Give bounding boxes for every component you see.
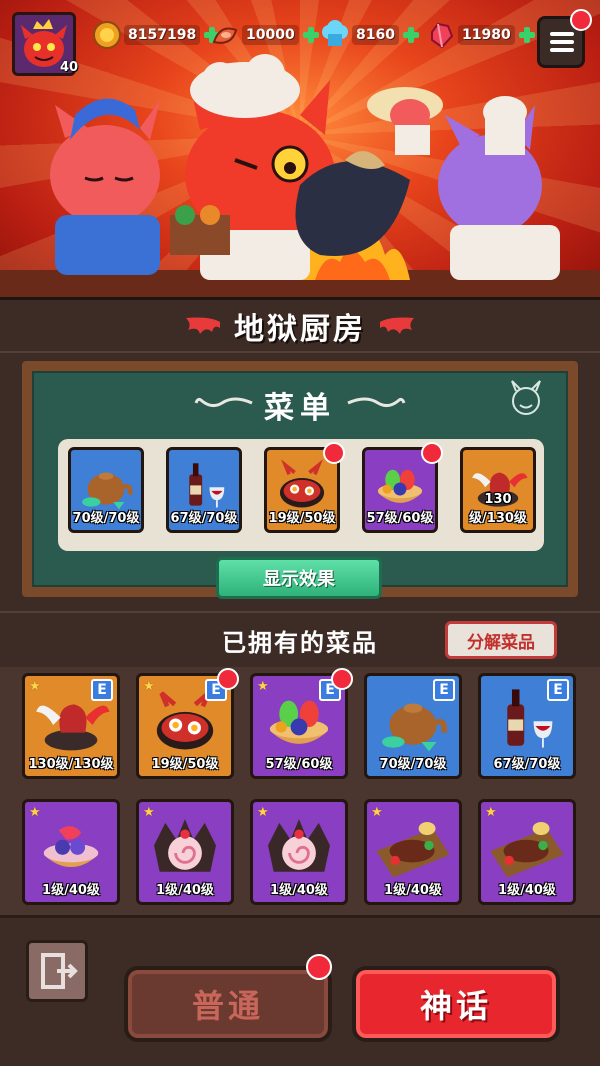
tab-normal[interactable]: 普通 <box>124 966 332 1042</box>
rarity-star-icon: ★ <box>29 805 41 820</box>
meat-value: 10000 <box>242 25 299 45</box>
menu-dish-slot[interactable]: 67级/70级 <box>166 447 242 533</box>
right-bat-wing-icon <box>380 317 414 334</box>
exit-button[interactable] <box>26 940 88 1002</box>
rarity-star-icon: ★ <box>371 805 383 820</box>
chef-hat-resource: 8160 <box>320 20 420 48</box>
owned-dish-level: 70级/70级 <box>379 757 447 772</box>
rarity-star-icon: ★ <box>29 679 41 694</box>
owned-dish-notification-dot <box>331 668 353 690</box>
owned-dish-card[interactable]: ★ 1级/40级 <box>478 799 576 905</box>
menu-dish-level: 70级/70级 <box>72 511 140 526</box>
owned-dish-card[interactable]: E 70级/70级 <box>364 673 462 779</box>
menu-dish-slot[interactable]: 19级/50级 <box>264 442 345 533</box>
menu-board-title: 菜单 <box>264 391 336 426</box>
owned-dishes-grid: ★ E 130级/130级 ★ E 19级/50级 ★ E 57级/60级 E … <box>0 667 600 915</box>
gold-value: 8157198 <box>124 25 201 45</box>
right-chalk-swirl-icon <box>347 397 406 408</box>
owned-dish-level: 1级/40级 <box>498 883 556 898</box>
owned-dish-card[interactable]: ★ 1级/40级 <box>364 799 462 905</box>
rarity-star-icon: ★ <box>257 679 269 694</box>
page-title: 地狱厨房 <box>234 311 366 347</box>
add-chef-hat-icon[interactable] <box>402 26 420 44</box>
top-bar: 40 8157198 10000 8160 11980 <box>0 0 600 80</box>
menu-dish-level: 130级/130级 <box>469 492 527 526</box>
owned-dish-card[interactable]: ★ E 130级/130级 <box>22 673 120 779</box>
kitchen-title-band: 地狱厨房 <box>0 297 600 353</box>
show-effect-button[interactable]: 显示效果 <box>216 557 382 599</box>
owned-dish-card[interactable]: ★ 1级/40级 <box>250 799 348 905</box>
owned-dish-card[interactable]: ★ 1级/40级 <box>136 799 234 905</box>
owned-dish-level: 19级/50级 <box>151 757 219 772</box>
chalk-devil-doodle-icon <box>511 380 541 415</box>
menu-dish-notification-dot <box>421 442 443 464</box>
decompose-dishes-button[interactable]: 分解菜品 <box>445 621 557 659</box>
menu-dish-level: 19级/50级 <box>268 511 336 526</box>
left-bat-wing-icon <box>186 317 220 334</box>
equipped-badge: E <box>547 679 569 701</box>
owned-dish-level: 57级/60级 <box>265 757 333 772</box>
meat-icon <box>212 27 238 44</box>
exit-door-icon <box>41 953 78 989</box>
main-menu-button[interactable] <box>537 9 592 68</box>
equipped-badge: E <box>433 679 455 701</box>
owned-dishes-header: 已拥有的菜品 分解菜品 <box>0 611 600 667</box>
owned-dish-card[interactable]: E 67级/70级 <box>478 673 576 779</box>
rarity-star-icon: ★ <box>485 805 497 820</box>
menu-bar-middle <box>550 40 574 44</box>
owned-dish-level: 1级/40级 <box>384 883 442 898</box>
add-meat-icon[interactable] <box>302 26 320 44</box>
equipped-badge: E <box>91 679 113 701</box>
menu-dish-slot[interactable]: 70级/70级 <box>68 447 144 533</box>
tab-myth[interactable]: 神话 <box>352 966 560 1042</box>
menu-dish-notification-dot <box>323 442 345 464</box>
bottom-bar: 普通 神话 <box>0 915 600 1066</box>
rarity-star-icon: ★ <box>143 805 155 820</box>
menu-notification-dot <box>570 9 592 31</box>
gold-resource: 8157198 <box>92 21 221 49</box>
owned-dish-level: 67级/70级 <box>493 757 561 772</box>
meat-resource: 10000 <box>210 22 320 48</box>
player-level: 40 <box>60 60 79 75</box>
owned-dish-card[interactable]: ★ E 19级/50级 <box>136 668 239 779</box>
add-crystal-icon[interactable] <box>518 26 536 44</box>
owned-dish-level: 1级/40级 <box>156 883 214 898</box>
menu-chalkboard: 菜单 70级/70级 67级/70级 19级/50级 57级/60级 130级/… <box>22 361 578 599</box>
owned-dish-notification-dot <box>217 668 239 690</box>
rarity-star-icon: ★ <box>257 805 269 820</box>
crystal-value: 11980 <box>458 25 515 45</box>
menu-dish-slot[interactable]: 57级/60级 <box>362 442 443 533</box>
chef-hat-value: 8160 <box>352 25 399 45</box>
menu-dish-level: 57级/60级 <box>366 511 434 526</box>
owned-dish-level: 130级/130级 <box>28 757 114 772</box>
menu-dish-level: 67级/70级 <box>170 511 238 526</box>
tab-normal-notification-dot <box>306 954 332 980</box>
gold-coin-icon <box>93 21 121 49</box>
owned-dish-card[interactable]: ★ E 57级/60级 <box>250 668 353 779</box>
red-crystal-icon <box>431 22 454 49</box>
crystal-resource: 11980 <box>426 22 536 49</box>
owned-dish-level: 1级/40级 <box>42 883 100 898</box>
owned-dish-level: 1级/40级 <box>270 883 328 898</box>
menu-board-section: 菜单 70级/70级 67级/70级 19级/50级 57级/60级 130级/… <box>0 353 600 611</box>
menu-bar-bottom <box>550 48 574 52</box>
menu-dish-slot[interactable]: 130级/130级 <box>460 447 536 533</box>
owned-dish-card[interactable]: ★ 1级/40级 <box>22 799 120 905</box>
chef-hat-icon <box>322 20 348 46</box>
rarity-star-icon: ★ <box>143 679 155 694</box>
menu-bar-top <box>550 32 574 36</box>
